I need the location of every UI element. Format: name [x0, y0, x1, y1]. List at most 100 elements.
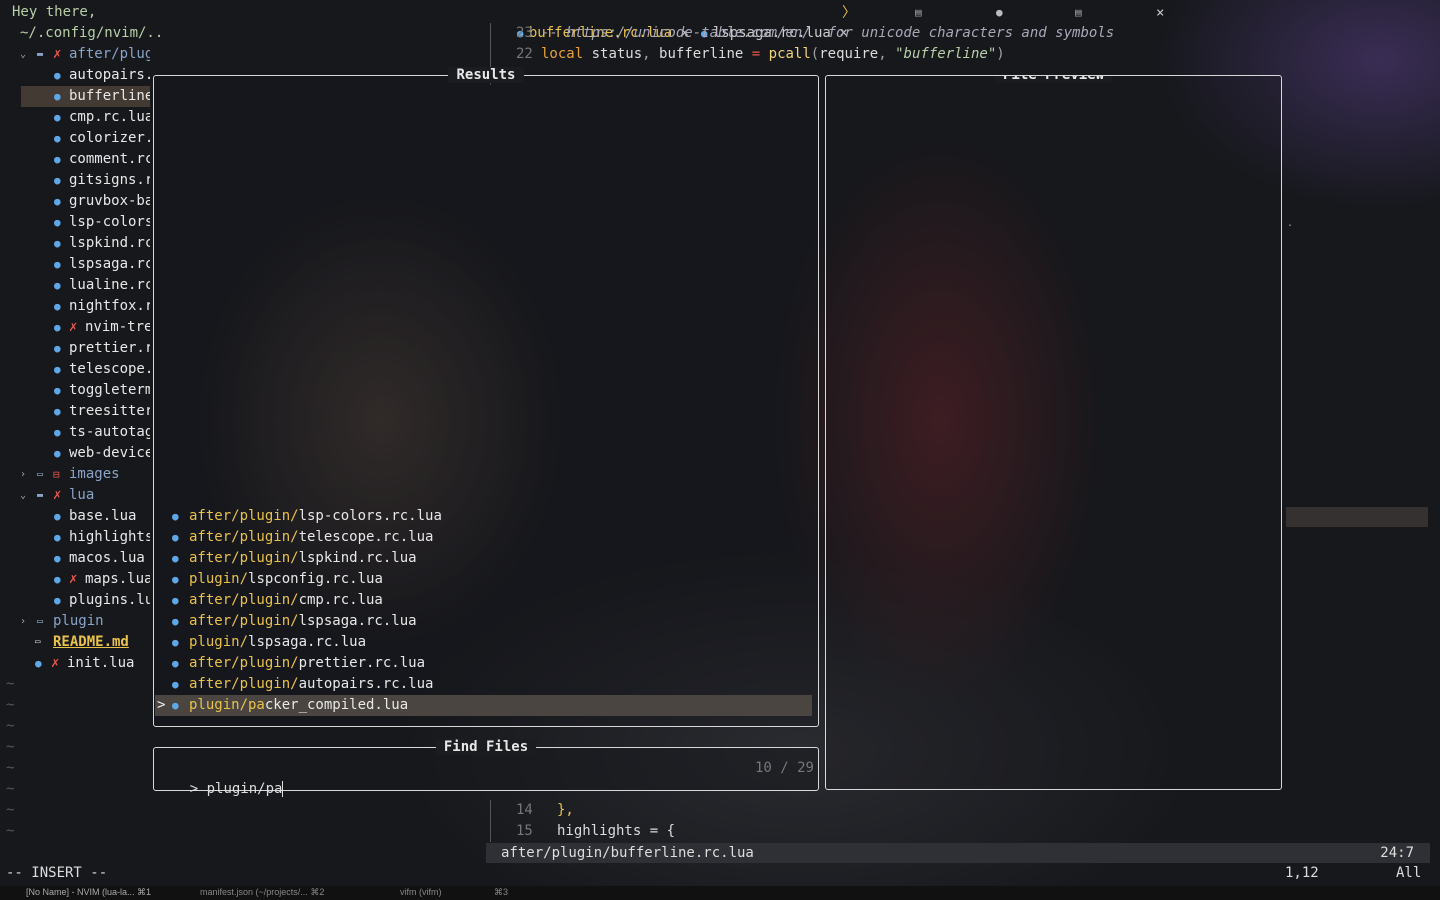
- file-name: highlights: [69, 529, 150, 545]
- file-name: comment.rc: [69, 151, 150, 167]
- file-tree-item[interactable]: ● ✗ nvim-tre: [0, 317, 150, 338]
- close-all-icon[interactable]: ×: [1156, 3, 1164, 23]
- file-tree-item[interactable]: › ▭ ⊟ images: [0, 464, 150, 485]
- file-tree-item[interactable]: ⌄ ▬ ✗ after/plugin: [0, 44, 150, 65]
- file-tree-item[interactable]: ● ts-autotag: [0, 422, 150, 443]
- file-tree-item[interactable]: ● comment.rc: [0, 149, 150, 170]
- folder-name: lua: [69, 487, 95, 503]
- result-item[interactable]: > ● plugin/packer_compiled.lua: [155, 695, 812, 716]
- lua-file-icon: ●: [54, 132, 61, 145]
- lua-file-icon: ●: [172, 699, 179, 712]
- file-tree-item[interactable]: ● autopairs.: [0, 65, 150, 86]
- folder-name: plugin: [53, 613, 104, 629]
- file-tree-item[interactable]: ● nightfox.r: [0, 296, 150, 317]
- file-name: lsp-colors: [69, 214, 150, 230]
- result-path: after/plugin/prettier.rc.lua: [189, 655, 426, 671]
- result-item[interactable]: ● after/plugin/prettier.rc.lua: [155, 653, 812, 674]
- file-tree-item[interactable]: ● lspsaga.rc: [0, 254, 150, 275]
- chevron-down-icon[interactable]: ⌄: [20, 485, 26, 506]
- file-tree-item[interactable]: ● ✗ init.lua: [0, 653, 150, 674]
- status-file-path: after/plugin/bufferline.rc.lua: [501, 845, 754, 861]
- file-name: toggleterm: [69, 382, 150, 398]
- terminal-tab-3[interactable]: vifm (vifm) ⌘3: [400, 887, 508, 898]
- file-tree-item[interactable]: ● colorizer.: [0, 128, 150, 149]
- file-tree-item[interactable]: ● telescope.: [0, 359, 150, 380]
- cursorline-highlight: [1286, 507, 1428, 527]
- file-tree-item[interactable]: ● base.lua: [0, 506, 150, 527]
- result-item[interactable]: ● after/plugin/lspkind.rc.lua: [155, 548, 812, 569]
- code-line: -- https://unicode-table.com/en/ for uni…: [541, 25, 1115, 41]
- chevron-down-icon[interactable]: ⌄: [20, 44, 26, 65]
- line-number: 23: [516, 25, 533, 41]
- file-tree-item[interactable]: ● lspkind.rc: [0, 233, 150, 254]
- file-tree-item[interactable]: ▭ README.md: [0, 632, 150, 653]
- line-number: 22: [516, 46, 533, 62]
- folder-icon: ▭: [37, 469, 44, 480]
- result-path: after/plugin/lspsaga.rc.lua: [189, 613, 417, 629]
- folder-name: after/plugin: [69, 46, 150, 62]
- git-deleted-icon: ✗: [53, 46, 62, 62]
- tab-overflow-icon[interactable]: 〉: [842, 3, 856, 23]
- lua-file-icon: ●: [54, 426, 61, 439]
- file-tree-item[interactable]: ● macos.lua: [0, 548, 150, 569]
- lua-file-icon: ●: [54, 384, 61, 397]
- results-title: Results: [448, 67, 524, 83]
- file-name: gitsigns.r: [69, 172, 150, 188]
- result-item[interactable]: ● after/plugin/cmp.rc.lua: [155, 590, 812, 611]
- result-item[interactable]: ● after/plugin/autopairs.rc.lua: [155, 674, 812, 695]
- search-input[interactable]: > plugin/pa: [156, 758, 284, 797]
- chevron-right-icon[interactable]: ›: [20, 611, 26, 632]
- empty-line-tilde: ~: [6, 739, 15, 755]
- file-name: prettier.r: [69, 340, 150, 356]
- file-tree-item[interactable]: ● highlights: [0, 527, 150, 548]
- file-name: base.lua: [69, 508, 137, 524]
- cwd-path: ~/.config/nvim/..: [20, 25, 164, 41]
- file-tree-item[interactable]: ⌄ ▬ ✗ lua: [0, 485, 150, 506]
- empty-line-tilde: ~: [6, 697, 15, 713]
- file-name: web-device: [69, 445, 150, 461]
- file-icon: ▤: [915, 6, 922, 19]
- file-tree-item[interactable]: ● plugins.lu: [0, 590, 150, 611]
- line-number: 14: [516, 802, 533, 818]
- folder-icon: ▭: [37, 616, 44, 627]
- selection-caret: [157, 527, 165, 548]
- file-tree-item[interactable]: ● prettier.r: [0, 338, 150, 359]
- git-ignored-icon: ⊟: [53, 468, 60, 481]
- file-tree-item[interactable]: ● ✗ maps.lua: [0, 569, 150, 590]
- terminal-tab-2[interactable]: manifest.json (~/projects/... ⌘2: [200, 887, 324, 898]
- ruler-percent: All: [1396, 865, 1422, 881]
- file-tree-item[interactable]: ● gitsigns.r: [0, 170, 150, 191]
- empty-line-tilde: ~: [6, 718, 15, 734]
- file-tree-item[interactable]: ● cmp.rc.lua: [0, 107, 150, 128]
- result-item[interactable]: ● plugin/lspconfig.rc.lua: [155, 569, 812, 590]
- result-item[interactable]: ● after/plugin/telescope.rc.lua: [155, 527, 812, 548]
- file-tree-item[interactable]: ● lsp-colors: [0, 212, 150, 233]
- file-name: nvim-tre: [85, 319, 150, 335]
- selection-caret: [157, 548, 165, 569]
- result-item[interactable]: ● after/plugin/lspsaga.rc.lua: [155, 611, 812, 632]
- result-path: plugin/lspsaga.rc.lua: [189, 634, 367, 650]
- lua-file-icon: ●: [54, 342, 61, 355]
- file-tree-item[interactable]: ● bufferline: [21, 86, 150, 107]
- result-path: after/plugin/autopairs.rc.lua: [189, 676, 434, 692]
- lua-file-icon: ●: [54, 405, 61, 418]
- result-item[interactable]: ● plugin/lspsaga.rc.lua: [155, 632, 812, 653]
- file-name: lualine.rc: [69, 277, 150, 293]
- file-tree-item[interactable]: ● web-device: [0, 443, 150, 464]
- tab-bufferline[interactable]: ● bufferline.rc.lua ×: [500, 3, 689, 41]
- file-tree-item[interactable]: ● gruvbox-ba: [0, 191, 150, 212]
- chevron-right-icon[interactable]: ›: [20, 464, 26, 485]
- editor-gutter-divider: [490, 800, 491, 842]
- file-name: lspsaga.rc: [69, 256, 150, 272]
- lua-file-icon: ●: [35, 657, 42, 670]
- file-tree-item[interactable]: ● treesitter: [0, 401, 150, 422]
- tab-lspsaga[interactable]: ● lspsaga.rc.lua ×: [684, 3, 848, 41]
- terminal-tab-1[interactable]: [No Name] - NVIM (lua-la... ⌘1: [26, 887, 151, 898]
- result-item[interactable]: ● after/plugin/lsp-colors.rc.lua: [155, 506, 812, 527]
- greeting-text: Hey there,: [12, 4, 97, 20]
- file-tree-item[interactable]: ● lualine.rc: [0, 275, 150, 296]
- markdown-file-icon: ▭: [35, 637, 41, 647]
- file-tree-item[interactable]: ● toggleterm: [0, 380, 150, 401]
- file-tree-item[interactable]: › ▭ plugin: [0, 611, 150, 632]
- file-name: gruvbox-ba: [69, 193, 150, 209]
